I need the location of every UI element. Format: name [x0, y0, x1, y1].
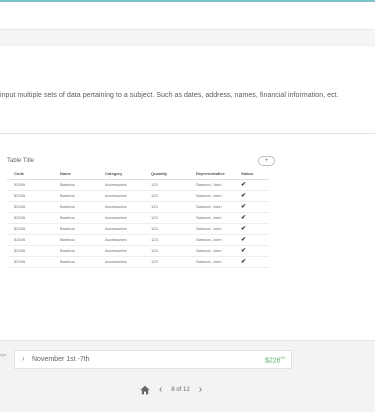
amount-cents: 00: [280, 355, 285, 360]
cell-category: Accessories: [98, 223, 144, 235]
cell-category: Accessories: [98, 190, 144, 202]
cell-quantity: 123: [144, 223, 189, 235]
table-header-row: Code Name Category Quantity Representati…: [7, 169, 269, 180]
table-row[interactable]: 52045 Bamboo Accessories 123 Samson, Joh…: [7, 179, 269, 191]
table-row[interactable]: 52045 Bamboo Accessories 123 Samson, Joh…: [7, 190, 269, 202]
table-title: Table Title: [7, 158, 35, 164]
cell-code: 52045: [7, 245, 53, 257]
cell-representative: Samson, John: [189, 212, 234, 224]
column-header-quantity[interactable]: Quantity: [144, 169, 189, 180]
cell-category: Accessories: [98, 179, 144, 191]
cell-name: Bamboo: [53, 234, 98, 246]
side-label: ays: [0, 352, 7, 357]
cell-category: Accessories: [98, 201, 144, 213]
cell-code: 52045: [7, 190, 53, 202]
status-check-icon: ✔: [234, 256, 269, 268]
status-check-icon: ✔: [234, 201, 269, 213]
cell-quantity: 123: [144, 234, 189, 246]
cell-code: 52045: [7, 212, 53, 224]
page-indicator: 8 of 12: [171, 387, 190, 393]
description-text: input multiple sets of data pertaining t…: [0, 92, 339, 99]
column-header-name[interactable]: Name: [53, 169, 98, 180]
chevron-right-icon[interactable]: ›: [199, 385, 202, 395]
cell-representative: Samson, John: [189, 201, 234, 213]
table-row[interactable]: 52045 Bamboo Accessories 123 Samson, Joh…: [7, 201, 269, 213]
table-row[interactable]: 52045 Bamboo Accessories 123 Samson, Joh…: [7, 256, 269, 268]
top-bar: [0, 0, 375, 30]
column-header-status[interactable]: Status: [234, 169, 269, 180]
cell-category: Accessories: [98, 256, 144, 268]
chevron-right-icon: ›: [22, 354, 25, 363]
top-accent-line: [0, 0, 375, 2]
cell-name: Bamboo: [53, 201, 98, 213]
add-row-button[interactable]: +: [258, 156, 275, 166]
cell-representative: Samson, John: [189, 234, 234, 246]
cell-category: Accessories: [98, 212, 144, 224]
status-check-icon: ✔: [234, 245, 269, 257]
status-check-icon: ✔: [234, 179, 269, 191]
table-row[interactable]: 52045 Bamboo Accessories 123 Samson, Joh…: [7, 223, 269, 235]
cell-quantity: 123: [144, 212, 189, 224]
header-band: [0, 30, 375, 46]
cell-name: Bamboo: [53, 190, 98, 202]
pagination: ‹ 8 of 12 ›: [140, 383, 202, 397]
date-range-label: November 1st -7th: [32, 356, 90, 363]
chevron-left-icon[interactable]: ‹: [159, 385, 162, 395]
date-range-row[interactable]: › November 1st -7th $22600: [14, 350, 292, 369]
cell-quantity: 123: [144, 245, 189, 257]
cell-quantity: 123: [144, 256, 189, 268]
cell-quantity: 123: [144, 201, 189, 213]
column-header-representative[interactable]: Representative: [189, 169, 234, 180]
status-check-icon: ✔: [234, 212, 269, 224]
section-divider: [0, 133, 375, 134]
cell-code: 52045: [7, 234, 53, 246]
data-table: Code Name Category Quantity Representati…: [7, 169, 269, 268]
cell-code: 52045: [7, 223, 53, 235]
status-check-icon: ✔: [234, 190, 269, 202]
cell-code: 52045: [7, 201, 53, 213]
cell-name: Bamboo: [53, 212, 98, 224]
cell-code: 52045: [7, 179, 53, 191]
cell-category: Accessories: [98, 234, 144, 246]
cell-representative: Samson, John: [189, 223, 234, 235]
cell-name: Bamboo: [53, 223, 98, 235]
cell-representative: Samson, John: [189, 190, 234, 202]
cell-representative: Samson, John: [189, 245, 234, 257]
amount-main: $226: [264, 357, 281, 365]
cell-name: Bamboo: [53, 256, 98, 268]
amount-value: $22600: [265, 355, 285, 364]
table-row[interactable]: 52045 Bamboo Accessories 123 Samson, Joh…: [7, 245, 269, 257]
table-row[interactable]: 52045 Bamboo Accessories 123 Samson, Joh…: [7, 234, 269, 246]
status-check-icon: ✔: [234, 234, 269, 246]
home-icon[interactable]: [140, 385, 150, 395]
cell-representative: Samson, John: [189, 256, 234, 268]
column-header-code[interactable]: Code: [7, 169, 53, 180]
cell-name: Bamboo: [53, 179, 98, 191]
cell-quantity: 123: [144, 179, 189, 191]
cell-name: Bamboo: [53, 245, 98, 257]
column-header-category[interactable]: Category: [98, 169, 144, 180]
cell-representative: Samson, John: [189, 179, 234, 191]
cell-category: Accessories: [98, 245, 144, 257]
cell-code: 52045: [7, 256, 53, 268]
cell-quantity: 123: [144, 190, 189, 202]
status-check-icon: ✔: [234, 223, 269, 235]
table-row[interactable]: 52045 Bamboo Accessories 123 Samson, Joh…: [7, 212, 269, 224]
